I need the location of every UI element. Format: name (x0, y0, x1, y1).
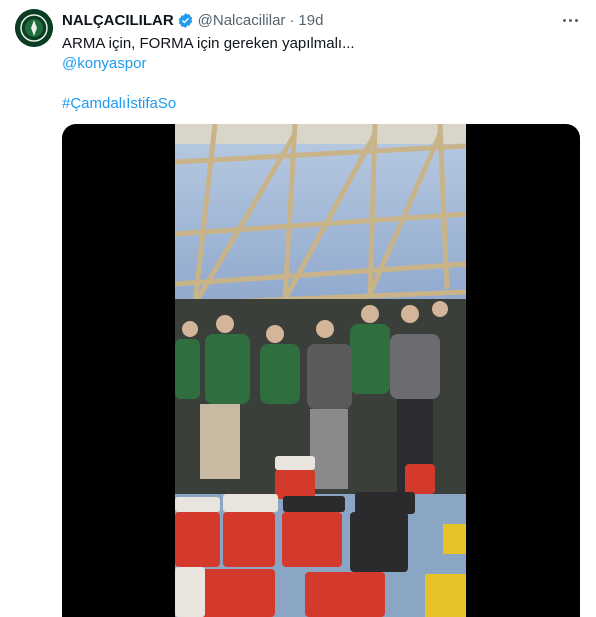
mention-link[interactable]: @konyaspor (62, 54, 146, 74)
timestamp[interactable]: 19d (298, 12, 323, 29)
video-thumbnail (175, 124, 466, 617)
avatar[interactable] (15, 9, 53, 47)
avatar-logo-icon (15, 9, 53, 47)
more-options-icon-dot (574, 18, 578, 22)
more-options-icon (562, 18, 566, 22)
separator-dot: · (289, 11, 295, 29)
user-handle[interactable]: @Nalcacililar (198, 12, 286, 29)
verified-badge-icon (178, 12, 192, 28)
tweet-header: NALÇACILILAR @Nalcacililar · 19d (62, 10, 323, 30)
display-name[interactable]: NALÇACILILAR (62, 12, 174, 29)
tweet[interactable]: NALÇACILILAR @Nalcacililar · 19d ARMA iç… (0, 0, 596, 617)
more-options-button[interactable] (556, 8, 584, 32)
hashtag-link[interactable]: #ÇamdalıİstifaSo (62, 94, 176, 114)
more-options-icon-dot (568, 18, 572, 22)
video-frame[interactable] (175, 124, 466, 617)
tweet-text: ARMA için, FORMA için gereken yapılmalı.… (62, 35, 355, 52)
video-player[interactable] (62, 124, 580, 617)
